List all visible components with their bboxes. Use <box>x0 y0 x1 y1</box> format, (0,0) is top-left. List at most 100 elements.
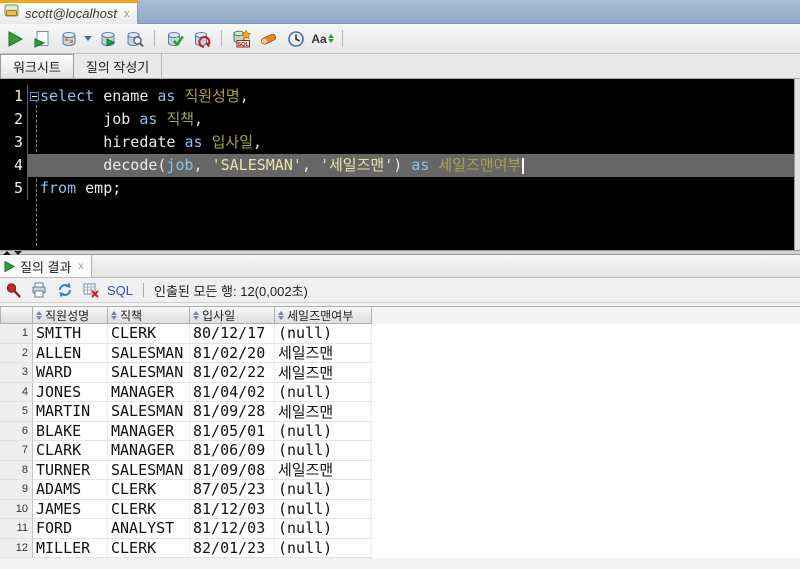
sql-editor[interactable]: 1 select ename as 직원성명, 2 job as 직책, 3 hire… <box>0 79 800 250</box>
grid-cell[interactable]: TURNER <box>33 460 108 480</box>
grid-cell[interactable]: (null) <box>275 421 372 441</box>
grid-cell[interactable]: 세일즈맨 <box>275 343 372 363</box>
table-row[interactable]: 8 TURNER SALESMAN 81/09/08 세일즈맨 <box>0 460 800 480</box>
explain-plan-button[interactable] <box>56 27 81 51</box>
change-case-button[interactable]: Aa <box>310 27 335 51</box>
grid-cell[interactable]: 81/09/28 <box>190 402 275 422</box>
table-row[interactable]: 7 CLARK MANAGER 81/06/09 (null) <box>0 441 800 461</box>
grid-cell[interactable]: 80/12/17 <box>190 324 275 344</box>
grid-cell[interactable]: MARTIN <box>33 402 108 422</box>
tab-worksheet-label: 워크시트 <box>13 60 61 75</box>
table-row[interactable]: 3 WARD SALESMAN 81/02/22 세일즈맨 <box>0 363 800 383</box>
sql-history-button[interactable] <box>283 27 308 51</box>
grid-cell[interactable]: JAMES <box>33 499 108 519</box>
grid-cell[interactable]: ANALYST <box>108 519 190 539</box>
grid-cell[interactable]: (null) <box>275 538 372 558</box>
editor-scrollbar[interactable] <box>794 79 800 250</box>
fold-collapse-icon[interactable] <box>29 92 39 101</box>
pin-button[interactable] <box>3 280 23 300</box>
grid-cell[interactable]: WARD <box>33 363 108 383</box>
column-header-hiredate[interactable]: 입사일 <box>190 307 275 324</box>
refresh-button[interactable] <box>55 280 75 300</box>
grid-cell[interactable]: JONES <box>33 382 108 402</box>
column-header-employee-name[interactable]: 직원성명 <box>33 307 108 324</box>
tab-query-builder[interactable]: 질의 작성기 <box>74 54 163 78</box>
grid-cell[interactable]: (null) <box>275 499 372 519</box>
grid-cell[interactable]: (null) <box>275 519 372 539</box>
table-row[interactable]: 9 ADAMS CLERK 87/05/23 (null) <box>0 480 800 500</box>
table-row[interactable]: 4 JONES MANAGER 81/04/02 (null) <box>0 382 800 402</box>
grid-cell[interactable]: (null) <box>275 480 372 500</box>
editor-line[interactable]: 2 job as 직책, <box>0 108 800 131</box>
explain-plan-dropdown-icon[interactable] <box>83 36 93 41</box>
sql-tuning-button[interactable] <box>122 27 147 51</box>
grid-cell[interactable]: CLERK <box>108 538 190 558</box>
run-statement-button[interactable] <box>2 27 27 51</box>
result-tab-close-icon[interactable]: x <box>78 261 83 272</box>
grid-cell[interactable]: SALESMAN <box>108 343 190 363</box>
grid-cell[interactable]: CLERK <box>108 324 190 344</box>
grid-cell[interactable]: MANAGER <box>108 421 190 441</box>
grid-cell[interactable]: MILLER <box>33 538 108 558</box>
sql-link[interactable]: SQL <box>107 283 133 298</box>
grid-cell[interactable]: MANAGER <box>108 382 190 402</box>
grid-cell[interactable]: 81/06/09 <box>190 441 275 461</box>
clock-icon <box>287 30 304 47</box>
grid-cell[interactable]: CLARK <box>33 441 108 461</box>
grid-cell[interactable]: SALESMAN <box>108 460 190 480</box>
editor-line[interactable]: 1 select ename as 직원성명, <box>0 85 800 108</box>
grid-cell[interactable]: CLERK <box>108 480 190 500</box>
grid-cell[interactable]: 81/02/20 <box>190 343 275 363</box>
column-header-salesman-flag[interactable]: 세일즈맨여부 <box>275 307 372 324</box>
grid-cell[interactable]: 81/05/01 <box>190 421 275 441</box>
grid-cell[interactable]: 87/05/23 <box>190 480 275 500</box>
table-row[interactable]: 5 MARTIN SALESMAN 81/09/28 세일즈맨 <box>0 402 800 422</box>
cancel-grid-button[interactable] <box>81 280 101 300</box>
row-number-cell: 11 <box>0 519 33 539</box>
grid-cell[interactable]: (null) <box>275 324 372 344</box>
table-row[interactable]: 2 ALLEN SALESMAN 81/02/20 세일즈맨 <box>0 343 800 363</box>
editor-line[interactable]: 3 hiredate as 입사일, <box>0 131 800 154</box>
grid-cell[interactable]: 세일즈맨 <box>275 402 372 422</box>
table-row[interactable]: 6 BLAKE MANAGER 81/05/01 (null) <box>0 421 800 441</box>
tab-scott-localhost[interactable]: scott@localhost x <box>0 0 139 24</box>
grid-cell[interactable]: CLERK <box>108 499 190 519</box>
clear-button[interactable] <box>256 27 281 51</box>
grid-cell[interactable]: 81/09/08 <box>190 460 275 480</box>
grid-cell[interactable]: SMITH <box>33 324 108 344</box>
table-row[interactable]: 10 JAMES CLERK 81/12/03 (null) <box>0 499 800 519</box>
grid-cell[interactable]: 81/12/03 <box>190 519 275 539</box>
tab-query-result[interactable]: 질의 결과 x <box>0 255 93 277</box>
commit-button[interactable] <box>162 27 187 51</box>
run-script-button[interactable] <box>29 27 54 51</box>
grid-cell[interactable]: 81/02/22 <box>190 363 275 383</box>
grid-cell[interactable]: (null) <box>275 441 372 461</box>
editor-line[interactable]: 5 from emp; <box>0 177 800 200</box>
grid-cell[interactable]: 81/12/03 <box>190 499 275 519</box>
grid-cell[interactable]: BLAKE <box>33 421 108 441</box>
grid-cell[interactable]: 세일즈맨 <box>275 363 372 383</box>
column-header-job[interactable]: 직책 <box>108 307 190 324</box>
print-button[interactable] <box>29 280 49 300</box>
grid-cell[interactable]: SALESMAN <box>108 363 190 383</box>
tab-worksheet[interactable]: 워크시트 <box>0 54 74 78</box>
rollback-button[interactable] <box>189 27 214 51</box>
grid-cell[interactable]: 82/01/23 <box>190 538 275 558</box>
grid-cell[interactable]: ADAMS <box>33 480 108 500</box>
table-row[interactable]: 1 SMITH CLERK 80/12/17 (null) <box>0 324 800 344</box>
grid-cell[interactable]: 81/04/02 <box>190 382 275 402</box>
collapse-down-icon[interactable] <box>14 250 22 255</box>
grid-cell[interactable]: (null) <box>275 382 372 402</box>
table-row[interactable]: 11 FORD ANALYST 81/12/03 (null) <box>0 519 800 539</box>
grid-cell[interactable]: MANAGER <box>108 441 190 461</box>
monitor-sql-button[interactable]: SQL <box>229 27 254 51</box>
grid-cell[interactable]: ALLEN <box>33 343 108 363</box>
collapse-up-icon[interactable] <box>3 250 11 255</box>
grid-cell[interactable]: SALESMAN <box>108 402 190 422</box>
doc-tab-close-icon[interactable]: x <box>124 8 130 20</box>
autotrace-button[interactable] <box>95 27 120 51</box>
table-row[interactable]: 12 MILLER CLERK 82/01/23 (null) <box>0 538 800 558</box>
grid-cell[interactable]: 세일즈맨 <box>275 460 372 480</box>
grid-cell[interactable]: FORD <box>33 519 108 539</box>
editor-line[interactable]: 4 decode(job, 'SALESMAN', '세일즈맨') as 세일즈… <box>0 154 800 177</box>
